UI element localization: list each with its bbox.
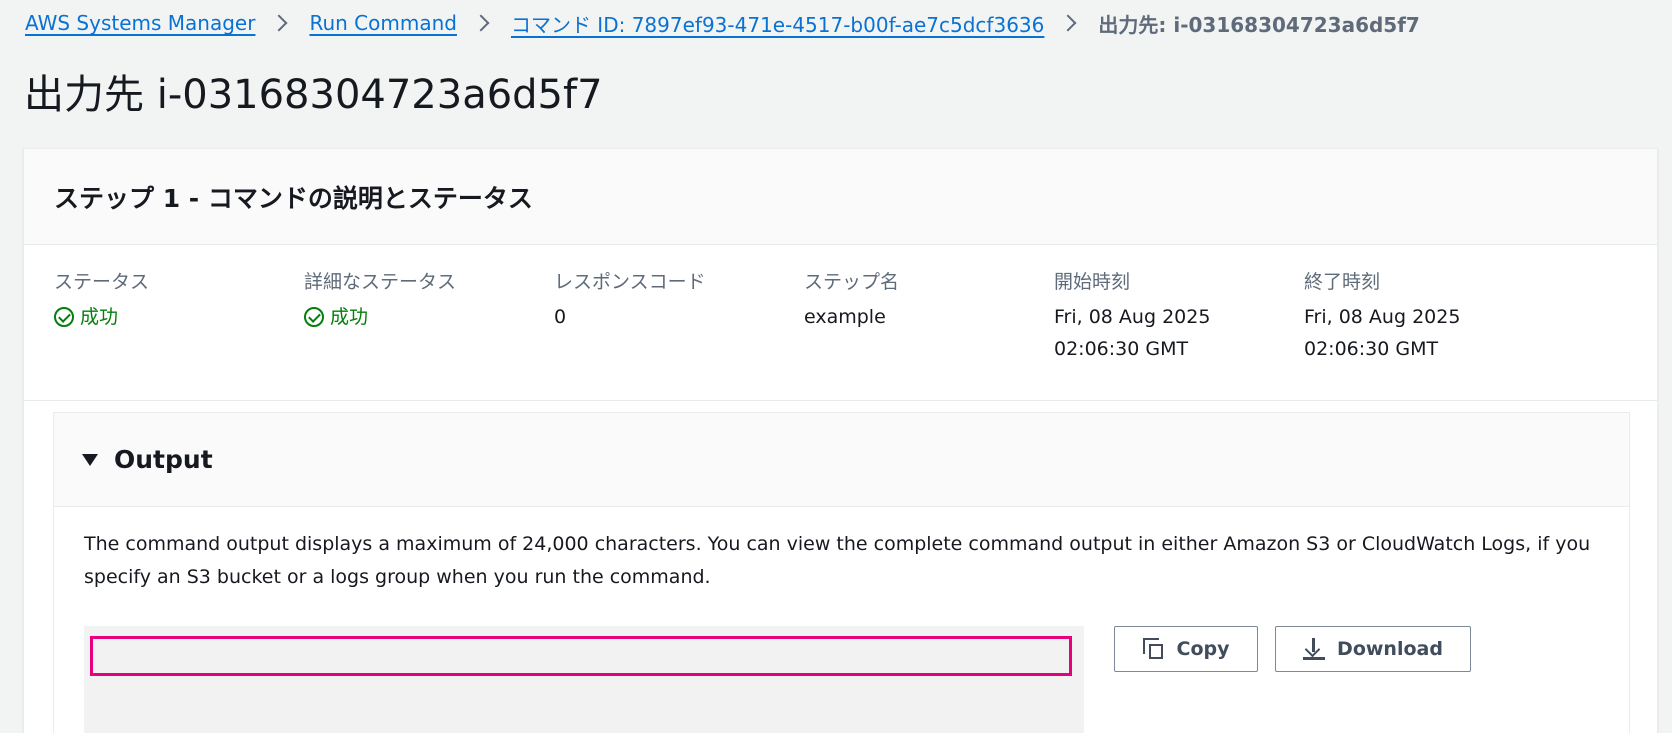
start-time-value: Fri, 08 Aug 2025 02:06:30 GMT — [1054, 301, 1304, 365]
output-content[interactable] — [84, 626, 1084, 733]
step-header: ステップ 1 - コマンドの説明とステータス — [24, 149, 1657, 245]
caret-down-icon — [82, 453, 98, 466]
breadcrumb-current: 出力先: i-03168304723a6d5f7 — [1098, 12, 1420, 37]
end-time-clock: 02:06:30 GMT — [1304, 338, 1439, 360]
output-expand-toggle[interactable]: Output — [54, 413, 1629, 507]
start-time-field: 開始時刻 Fri, 08 Aug 2025 02:06:30 GMT — [1054, 267, 1304, 365]
end-time-field: 終了時刻 Fri, 08 Aug 2025 02:06:30 GMT — [1304, 267, 1554, 365]
step-name-label: ステップ名 — [804, 271, 900, 293]
copy-button-label: Copy — [1176, 638, 1230, 660]
start-time-label: 開始時刻 — [1054, 271, 1131, 293]
status-field: ステータス 成功 — [54, 267, 304, 333]
output-section: Output The command output displays a max… — [53, 412, 1630, 733]
output-description: The command output displays a maximum of… — [84, 533, 1591, 588]
step-container: ステップ 1 - コマンドの説明とステータス ステータス 成功 詳細なステータス… — [23, 148, 1658, 733]
status-value: 成功 — [54, 301, 304, 333]
output-title: Output — [114, 445, 213, 474]
page-title: 出力先 i-03168304723a6d5f7 — [24, 72, 603, 118]
step-name-field: ステップ名 example — [804, 267, 1054, 333]
breadcrumb-item-run-command[interactable]: Run Command — [309, 11, 457, 35]
page: AWS Systems Manager Run Command コマンド ID:… — [0, 0, 1672, 733]
download-icon — [1303, 638, 1326, 660]
end-time-value: Fri, 08 Aug 2025 02:06:30 GMT — [1304, 301, 1554, 365]
response-code-label: レスポンスコード — [554, 271, 706, 293]
copy-button[interactable]: Copy — [1114, 626, 1258, 672]
breadcrumb-item-systems-manager[interactable]: AWS Systems Manager — [25, 11, 255, 35]
chevron-right-icon — [472, 14, 490, 32]
chevron-right-icon — [270, 14, 288, 32]
download-button-label: Download — [1337, 638, 1443, 660]
end-time-date: Fri, 08 Aug 2025 — [1304, 306, 1461, 328]
step-name-value: example — [804, 306, 886, 328]
end-time-label: 終了時刻 — [1304, 271, 1381, 293]
response-code-field: レスポンスコード 0 — [554, 267, 804, 333]
detailed-status-label: 詳細なステータス — [304, 271, 457, 293]
detailed-status-value-text: 成功 — [330, 306, 369, 328]
start-time-date: Fri, 08 Aug 2025 — [1054, 306, 1211, 328]
step-title: ステップ 1 - コマンドの説明とステータス — [54, 183, 533, 213]
status-details: ステータス 成功 詳細なステータス 成功 レスポンスコード 0 ステップ名 ex… — [24, 245, 1657, 401]
highlight-box — [90, 636, 1072, 676]
detailed-status-field: 詳細なステータス 成功 — [304, 267, 554, 333]
download-button[interactable]: Download — [1275, 626, 1471, 672]
response-code-value: 0 — [554, 306, 567, 328]
copy-icon — [1142, 638, 1165, 660]
breadcrumb-item-command-id[interactable]: コマンド ID: 7897ef93-471e-4517-b00f-ae7c5dc… — [511, 9, 1044, 38]
status-value-text: 成功 — [80, 306, 119, 328]
status-label: ステータス — [54, 271, 150, 293]
detailed-status-value: 成功 — [304, 301, 554, 333]
start-time-clock: 02:06:30 GMT — [1054, 338, 1189, 360]
chevron-right-icon — [1059, 14, 1077, 32]
breadcrumb: AWS Systems Manager Run Command コマンド ID:… — [25, 8, 1420, 38]
check-circle-icon — [54, 307, 74, 327]
check-circle-icon — [304, 307, 324, 327]
